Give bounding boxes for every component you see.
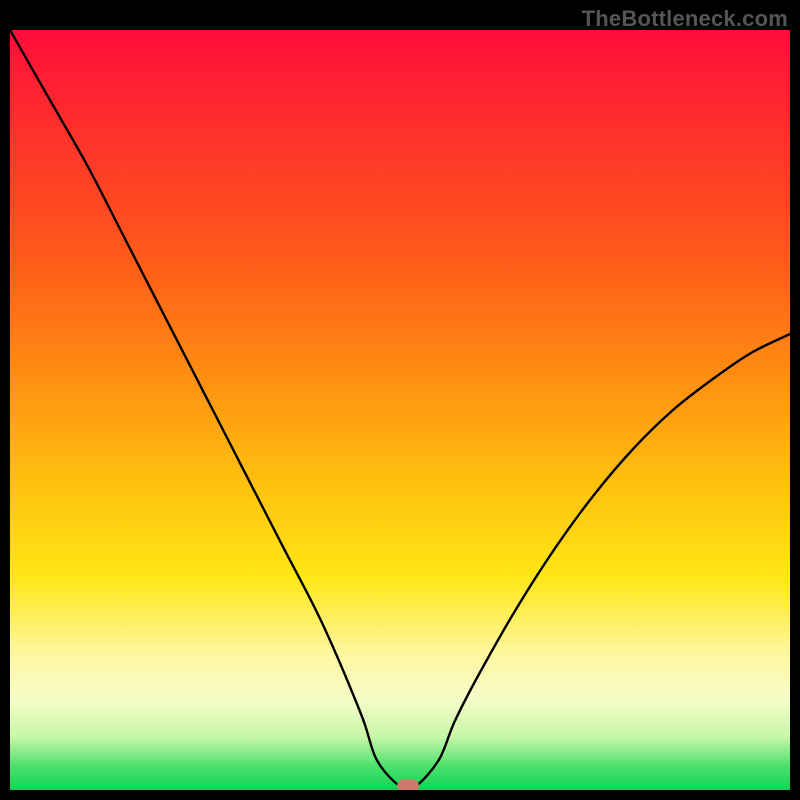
plot-area [10,30,790,790]
bottleneck-curve [10,30,790,790]
watermark-text: TheBottleneck.com [582,6,788,32]
optimal-point-marker [397,780,419,790]
chart-frame: TheBottleneck.com [0,0,800,800]
